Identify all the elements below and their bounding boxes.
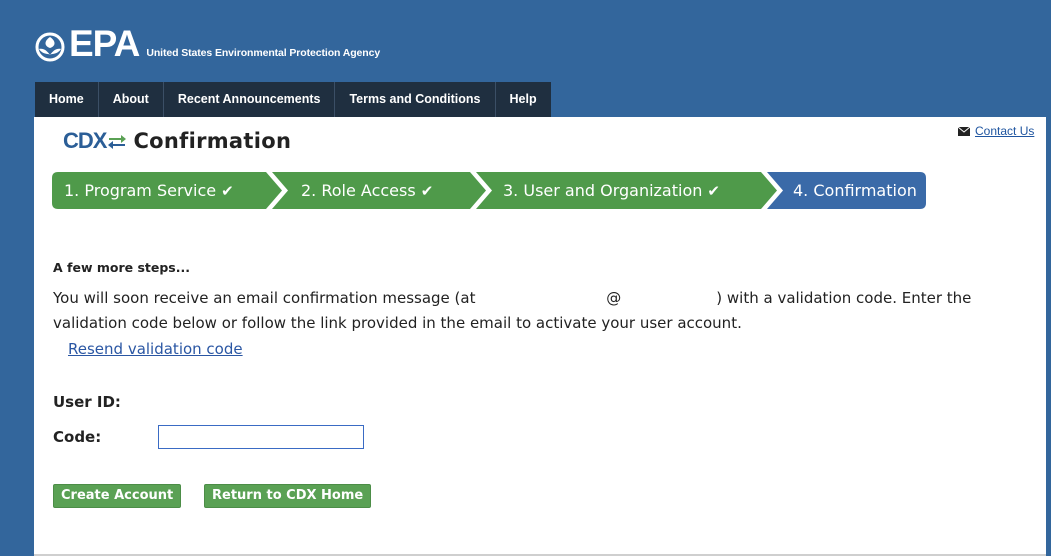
nav-home[interactable]: Home — [35, 82, 99, 117]
step-user-and-organization: 3. User and Organization ✔ — [503, 172, 720, 209]
return-to-cdx-home-button[interactable]: Return to CDX Home — [204, 484, 372, 508]
confirmation-message: You will soon receive an email confirmat… — [53, 286, 1028, 336]
page: EPA United States Environmental Protecti… — [0, 0, 1051, 556]
page-header: CDX Confirmation — [63, 128, 291, 154]
nav-about[interactable]: About — [99, 82, 164, 117]
agency-name: United States Environmental Protection A… — [146, 47, 381, 59]
checkmark-icon: ✔ — [221, 182, 234, 200]
step-label: 3. User and Organization — [503, 181, 703, 200]
email-at: @ — [606, 289, 622, 307]
resend-validation-link[interactable]: Resend validation code — [68, 340, 243, 358]
checkmark-icon: ✔ — [420, 182, 434, 200]
step-label: 2. Role Access — [301, 181, 416, 200]
checkmark-icon: ✔ — [707, 182, 720, 200]
code-label: Code: — [53, 428, 102, 446]
nav-terms-and-conditions[interactable]: Terms and Conditions — [335, 82, 496, 117]
section-heading: A few more steps... — [53, 260, 190, 275]
epa-logo[interactable]: EPA United States Environmental Protecti… — [35, 22, 380, 62]
epa-flower-icon — [35, 32, 65, 62]
create-account-button[interactable]: Create Account — [53, 484, 182, 508]
step-confirmation: 4. Confirmation — [793, 172, 917, 209]
step-label: 4. Confirmation — [793, 181, 917, 200]
page-title: Confirmation — [133, 129, 292, 153]
envelope-icon — [958, 126, 970, 136]
epa-logo-text: EPA — [69, 23, 140, 64]
progress-steps: 1. Program Service ✔ 2. Role Access ✔ 3. U… — [52, 172, 926, 209]
user-id-label: User ID: — [53, 393, 121, 411]
nav-recent-announcements[interactable]: Recent Announcements — [164, 82, 336, 117]
message-part1: You will soon receive an email confirmat… — [53, 289, 476, 307]
main-nav: Home About Recent Announcements Terms an… — [35, 82, 551, 117]
code-input[interactable] — [158, 425, 364, 449]
cdx-arrows-icon — [108, 135, 127, 149]
contact-us[interactable]: Contact Us — [958, 124, 1034, 138]
step-role-access: 2. Role Access ✔ — [301, 172, 433, 209]
right-border — [1046, 117, 1051, 556]
left-border — [0, 117, 34, 556]
step-label: 1. Program Service — [64, 181, 217, 200]
cdx-logo: CDX — [63, 128, 107, 153]
contact-us-link[interactable]: Contact Us — [975, 124, 1034, 138]
nav-help[interactable]: Help — [496, 82, 551, 117]
step-program-service: 1. Program Service ✔ — [64, 172, 234, 209]
